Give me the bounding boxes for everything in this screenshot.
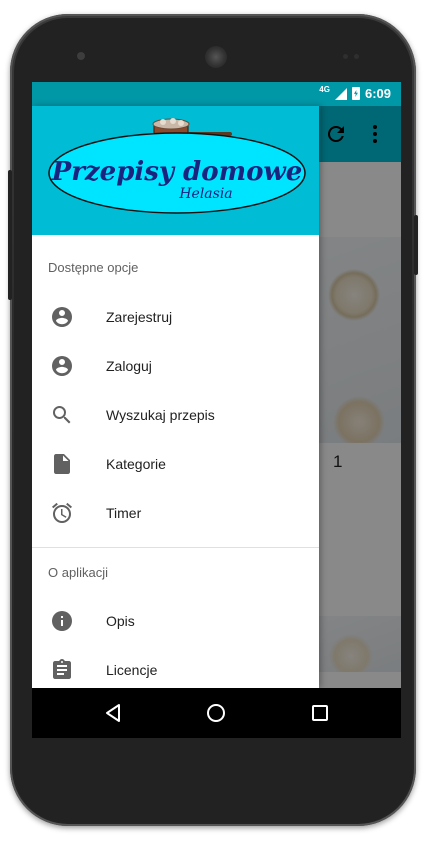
menu-item-label: Zaloguj <box>106 358 152 374</box>
back-icon[interactable] <box>103 703 123 723</box>
recents-icon[interactable] <box>312 705 328 721</box>
menu-item-login[interactable]: Zaloguj <box>32 342 319 390</box>
clipboard-icon <box>53 659 71 679</box>
menu-item-description[interactable]: Opis <box>32 597 319 645</box>
battery-charging-icon <box>351 87 360 100</box>
signal-icon <box>334 87 347 100</box>
section-label-about-app: O aplikacji <box>48 565 108 580</box>
logo-subtitle: Helasia <box>178 186 232 202</box>
volume-button <box>414 215 418 275</box>
logo-title: Przepisy domowe <box>51 157 303 187</box>
power-button <box>8 170 12 300</box>
menu-item-search-recipe[interactable]: Wyszukaj przepis <box>32 391 319 439</box>
search-icon <box>53 406 71 424</box>
section-label-available-options: Dostępne opcje <box>48 260 139 275</box>
screen: 4G 6:09 1 Przepisy domowe Helasia Dostęp… <box>32 82 401 738</box>
sensor-dot <box>354 54 359 59</box>
network-type: 4G <box>319 85 330 94</box>
menu-item-label: Zarejestruj <box>106 309 173 325</box>
menu-item-categories[interactable]: Kategorie <box>32 440 319 488</box>
menu-item-register[interactable]: Zarejestruj <box>32 293 319 341</box>
menu-item-label: Licencje <box>106 662 158 678</box>
menu-item-timer[interactable]: Timer <box>32 489 319 537</box>
app-logo: Przepisy domowe Helasia <box>48 118 306 214</box>
clock: 6:09 <box>364 86 391 101</box>
sensor-dot <box>343 54 348 59</box>
navigation-drawer: Przepisy domowe Helasia Dostępne opcje Z… <box>32 106 319 688</box>
file-icon <box>54 454 70 474</box>
info-icon <box>52 611 72 631</box>
menu-item-label: Timer <box>106 505 142 521</box>
section-divider <box>32 547 319 548</box>
front-camera <box>77 52 85 60</box>
account-circle-icon <box>52 307 72 327</box>
speaker-grille <box>205 46 227 68</box>
home-icon[interactable] <box>207 704 225 722</box>
navigation-bar <box>32 688 401 738</box>
menu-item-label: Wyszukaj przepis <box>106 407 215 423</box>
menu-item-licenses[interactable]: Licencje <box>32 646 319 688</box>
menu-item-label: Kategorie <box>106 456 166 472</box>
alarm-icon <box>52 502 72 524</box>
status-icons: 4G 6:09 <box>319 85 391 101</box>
drawer-header: Przepisy domowe Helasia <box>32 106 319 235</box>
menu-item-label: Opis <box>106 613 135 629</box>
status-bar: 4G 6:09 <box>32 82 401 106</box>
account-circle-icon <box>52 356 72 376</box>
